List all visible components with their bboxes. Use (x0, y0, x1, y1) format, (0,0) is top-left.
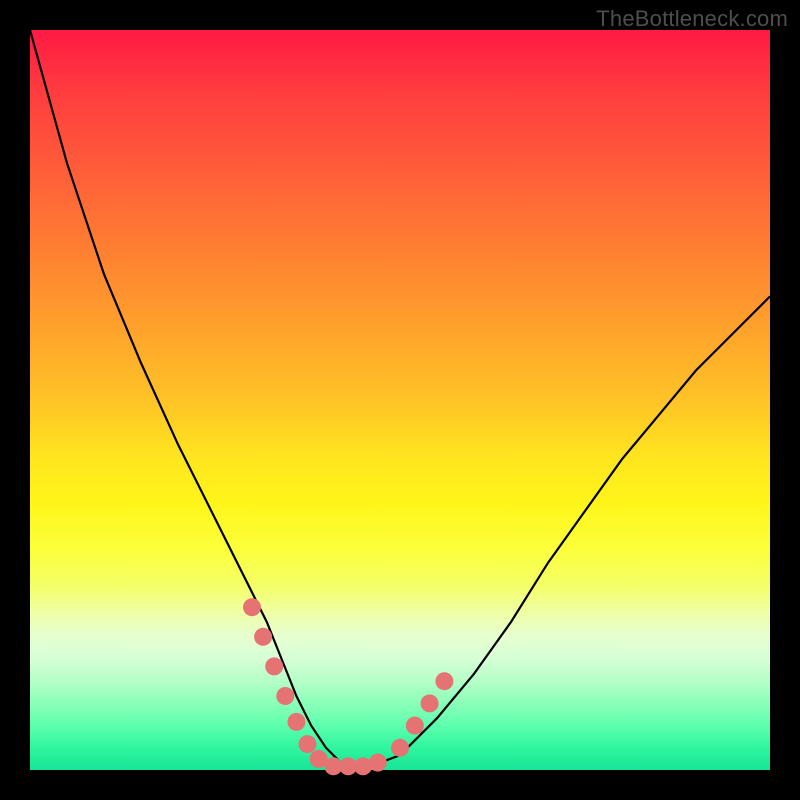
data-marker (435, 672, 453, 690)
curve-path (30, 30, 770, 766)
data-marker (276, 687, 294, 705)
watermark-text: TheBottleneck.com (596, 6, 788, 32)
data-marker (369, 754, 387, 772)
data-marker (287, 713, 305, 731)
chart-frame: TheBottleneck.com (0, 0, 800, 800)
plot-area (30, 30, 770, 770)
data-marker (421, 694, 439, 712)
data-marker (299, 735, 317, 753)
chart-svg (30, 30, 770, 770)
data-marker (391, 739, 409, 757)
data-marker (254, 628, 272, 646)
data-marker (243, 598, 261, 616)
data-marker (406, 717, 424, 735)
data-marker (265, 657, 283, 675)
marker-group (243, 598, 453, 775)
